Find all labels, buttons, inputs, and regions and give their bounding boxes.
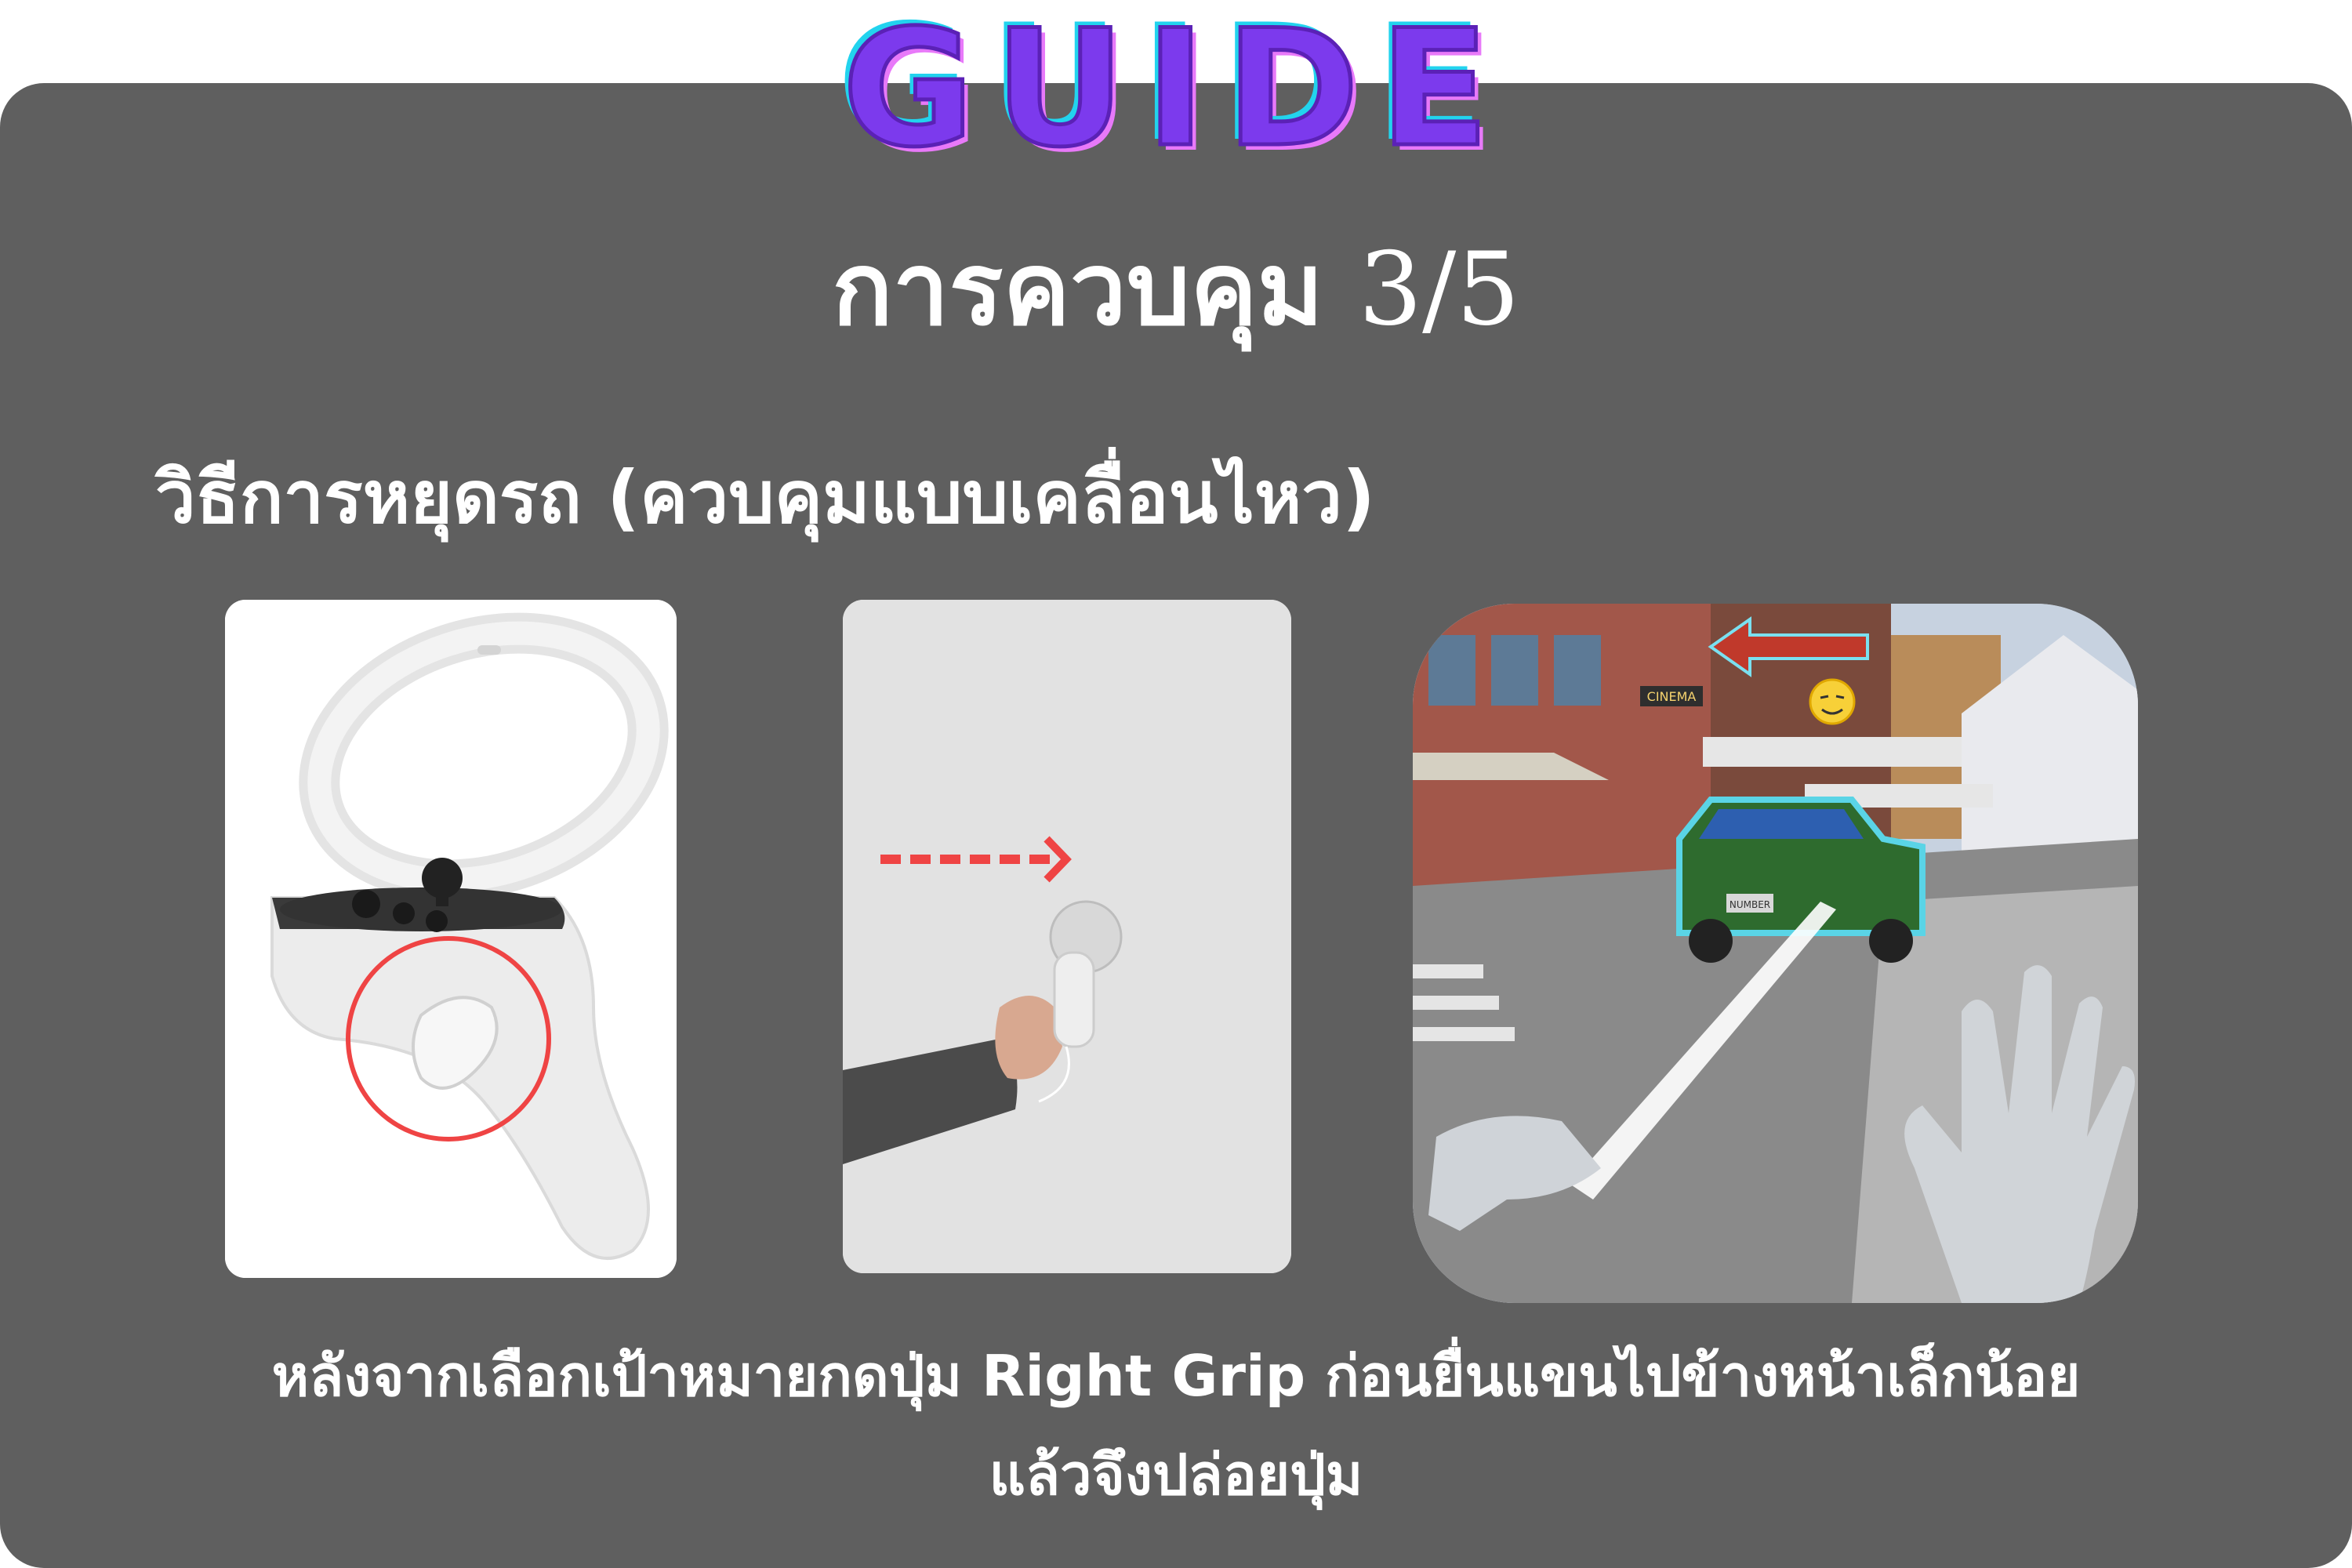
hand-motion-photo <box>843 600 1291 1273</box>
instruction-caption-line2: แล้วจึงปล่อยปุ่ม <box>989 1442 1363 1508</box>
cinema-sign: CINEMA <box>1647 689 1697 704</box>
controller-grip-photo <box>225 600 677 1278</box>
game-scene-screenshot: CINEMA NUMBER <box>1413 604 2138 1303</box>
instruction-caption-line1: หลังจากเลือกเป้าหมายกดปุ่ม Right Grip ก่… <box>271 1343 2081 1409</box>
license-plate: NUMBER <box>1730 899 1770 910</box>
step-counter: 3/5 <box>1358 231 1520 348</box>
vr-controller-icon <box>225 600 677 1278</box>
page-heading: การควบคุม 3/5 <box>0 231 2352 349</box>
heading-text: การควบคุม <box>832 231 1324 348</box>
section-subheading: วิธีการหยุดรถ (ควบคุมแบบเคลื่อนไหว) <box>155 456 1376 539</box>
guide-title: GUIDE <box>840 0 1510 185</box>
